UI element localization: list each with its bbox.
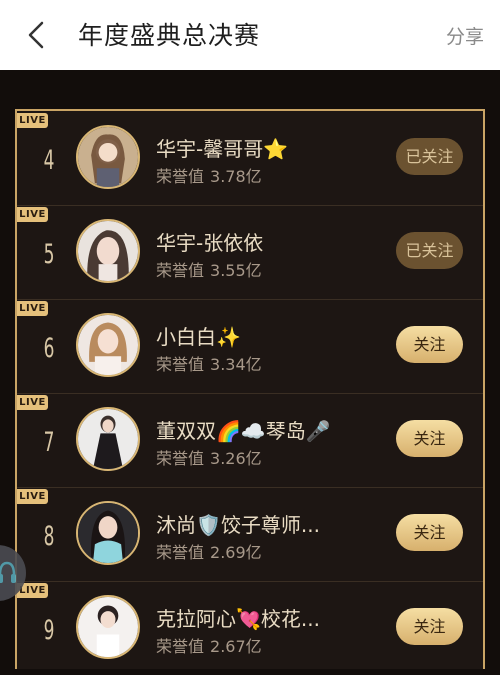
headphones-icon	[0, 561, 16, 583]
honor-label: 荣誉值	[156, 167, 205, 186]
honor-label: 荣誉值	[156, 355, 205, 374]
top-nav-bar: 年度盛典总决赛 分享	[0, 0, 500, 70]
honor-label: 荣誉值	[156, 637, 205, 656]
avatar[interactable]	[76, 219, 140, 283]
page-title: 年度盛典总决赛	[78, 21, 261, 50]
live-badge: LIVE	[17, 301, 48, 316]
honor-value: 荣誉值 3.78亿	[156, 163, 262, 187]
rank-number: 6	[43, 333, 55, 364]
rank-number: 7	[43, 427, 55, 458]
honor-number: 3.55亿	[210, 261, 262, 280]
honor-number: 2.69亿	[210, 543, 262, 562]
followed-button[interactable]: 已关注	[396, 138, 463, 175]
honor-value: 荣誉值 3.55亿	[156, 257, 262, 281]
honor-number: 3.34亿	[210, 355, 262, 374]
live-badge: LIVE	[17, 395, 48, 410]
ranking-list: LIVE 4 华宇-馨哥哥⭐ 荣誉值 3.78亿 已关注 LIVE 5 华宇-张依…	[15, 109, 485, 669]
honor-value: 荣誉值 3.34亿	[156, 351, 262, 375]
followed-button[interactable]: 已关注	[396, 232, 463, 269]
honor-value: 荣誉值 2.67亿	[156, 633, 262, 657]
ranking-row[interactable]: LIVE 8 沐尚🛡️饺子尊师... 荣誉值 2.69亿 关注	[17, 487, 483, 582]
live-badge: LIVE	[17, 207, 48, 222]
live-badge: LIVE	[17, 113, 48, 128]
avatar[interactable]	[76, 125, 140, 189]
avatar[interactable]	[76, 407, 140, 471]
ranking-row[interactable]: LIVE 4 华宇-馨哥哥⭐ 荣誉值 3.78亿 已关注	[17, 111, 483, 206]
honor-value: 荣誉值 2.69亿	[156, 539, 262, 563]
streamer-name: 克拉阿心💘校花...	[156, 607, 320, 631]
honor-value: 荣誉值 3.26亿	[156, 445, 262, 469]
avatar[interactable]	[76, 313, 140, 377]
ranking-row[interactable]: LIVE 5 华宇-张依依 荣誉值 3.55亿 已关注	[17, 205, 483, 300]
streamer-name: 华宇-张依依	[156, 231, 264, 255]
rank-number: 5	[43, 239, 55, 270]
follow-button[interactable]: 关注	[396, 514, 463, 551]
ranking-row[interactable]: LIVE 7 董双双🌈☁️琴岛🎤 荣誉值 3.26亿 关注	[17, 393, 483, 488]
honor-number: 3.26亿	[210, 449, 262, 468]
streamer-name: 沐尚🛡️饺子尊师...	[156, 513, 320, 537]
streamer-name: 董双双🌈☁️琴岛🎤	[156, 419, 331, 443]
streamer-name: 小白白✨	[156, 325, 241, 349]
avatar[interactable]	[76, 595, 140, 659]
rank-number: 8	[43, 521, 55, 552]
honor-label: 荣誉值	[156, 449, 205, 468]
follow-button[interactable]: 关注	[396, 420, 463, 457]
honor-label: 荣誉值	[156, 543, 205, 562]
avatar[interactable]	[76, 501, 140, 565]
ranking-row[interactable]: LIVE 9 克拉阿心💘校花... 荣誉值 2.67亿 关注	[17, 581, 483, 675]
follow-button[interactable]: 关注	[396, 608, 463, 645]
honor-number: 2.67亿	[210, 637, 262, 656]
honor-label: 荣誉值	[156, 261, 205, 280]
back-chevron-icon[interactable]	[22, 20, 52, 50]
share-button[interactable]: 分享	[446, 22, 484, 49]
streamer-name: 华宇-馨哥哥⭐	[156, 137, 289, 161]
follow-button[interactable]: 关注	[396, 326, 463, 363]
rank-number: 9	[43, 615, 55, 646]
rank-number: 4	[43, 145, 55, 176]
honor-number: 3.78亿	[210, 167, 262, 186]
live-badge: LIVE	[17, 489, 48, 504]
ranking-row[interactable]: LIVE 6 小白白✨ 荣誉值 3.34亿 关注	[17, 299, 483, 394]
